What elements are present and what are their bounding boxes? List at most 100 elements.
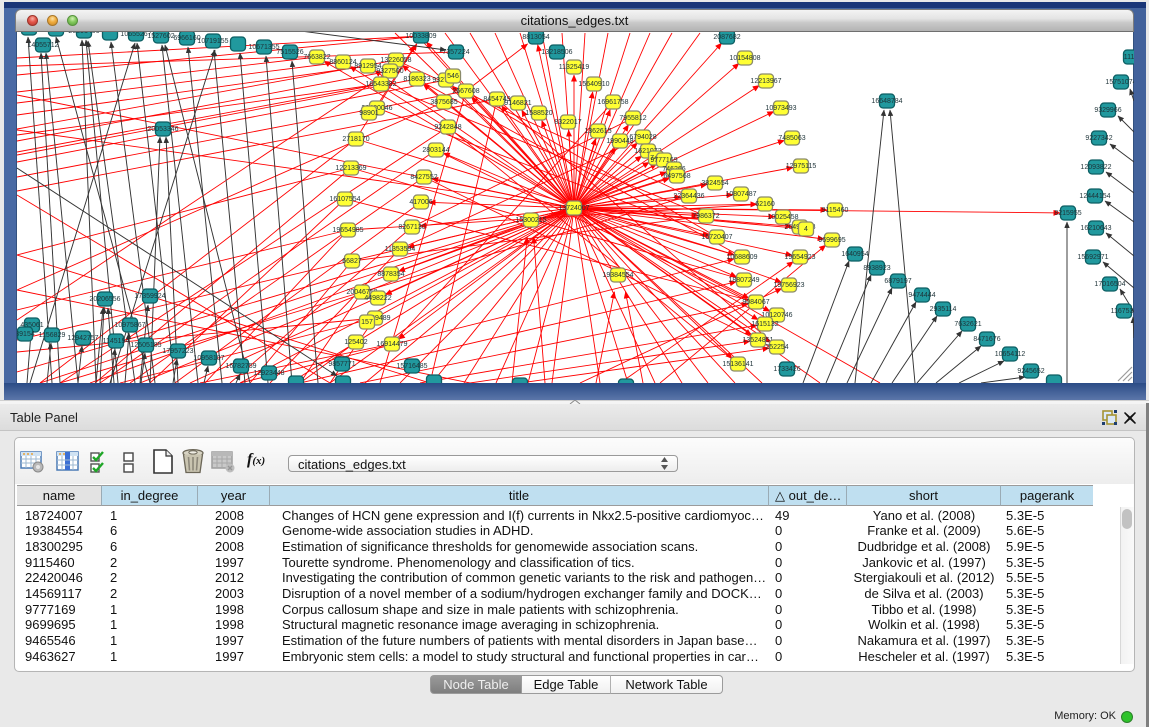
svg-text:9699695: 9699695 <box>818 237 845 244</box>
svg-text:9115460: 9115460 <box>822 207 849 214</box>
svg-text:1362615: 1362615 <box>584 128 611 135</box>
svg-text:10973493: 10973493 <box>765 105 796 112</box>
svg-text:16107554: 16107554 <box>329 196 360 203</box>
svg-text:12505185: 12505185 <box>130 342 161 349</box>
svg-text:17359924: 17359924 <box>134 293 165 300</box>
svg-text:15751074: 15751074 <box>1105 79 1134 86</box>
svg-text:19384554: 19384554 <box>602 272 633 279</box>
svg-text:8186323: 8186323 <box>403 76 430 83</box>
svg-text:8878354: 8878354 <box>377 271 404 278</box>
svg-text:9329966: 9329966 <box>1094 107 1121 114</box>
svg-text:2935114: 2935114 <box>930 306 957 313</box>
svg-text:9857771: 9857771 <box>328 361 355 368</box>
svg-text:1640954: 1640954 <box>841 251 868 258</box>
svg-text:8912954: 8912954 <box>354 63 381 70</box>
svg-text:10033809: 10033809 <box>405 33 436 40</box>
svg-text:13218506: 13218506 <box>541 49 572 56</box>
svg-text:20691406: 20691406 <box>68 32 99 35</box>
svg-text:8813054: 8813054 <box>522 34 549 41</box>
svg-text:13724007: 13724007 <box>558 205 589 212</box>
svg-text:8938923: 8938923 <box>863 265 890 272</box>
svg-text:9245652: 9245652 <box>1017 368 1044 375</box>
svg-text:9242848: 9242848 <box>434 124 461 131</box>
svg-text:16782759: 16782759 <box>225 363 256 370</box>
svg-text:8427552: 8427552 <box>410 174 437 181</box>
svg-text:16914479: 16914479 <box>376 341 407 348</box>
svg-text:12213967: 12213967 <box>750 78 781 85</box>
svg-text:1112: 1112 <box>1124 54 1134 61</box>
svg-text:16210643: 16210643 <box>1080 225 1111 232</box>
svg-text:7955812: 7955812 <box>619 115 646 122</box>
svg-text:14055712: 14055712 <box>27 42 58 49</box>
svg-text:8267130: 8267130 <box>398 224 425 231</box>
svg-text:1733426: 1733426 <box>773 366 800 373</box>
svg-text:9084067: 9084067 <box>742 299 769 306</box>
svg-text:19654985: 19654985 <box>332 227 363 234</box>
svg-text:2667608: 2667608 <box>452 88 479 95</box>
svg-text:10654112: 10654112 <box>995 351 1026 358</box>
svg-text:10671355: 10671355 <box>248 44 279 51</box>
svg-text:8860124: 8860124 <box>329 59 356 66</box>
svg-text:20053346: 20053346 <box>147 126 178 133</box>
svg-text:1588520: 1588520 <box>525 110 552 117</box>
svg-text:2718170: 2718170 <box>342 136 369 143</box>
svg-text:15136141: 15136141 <box>722 361 753 368</box>
svg-text:18807249: 18807249 <box>728 277 759 284</box>
svg-text:7986372: 7986372 <box>692 213 719 220</box>
svg-text:7663822: 7663822 <box>303 54 330 61</box>
svg-text:1527602: 1527602 <box>147 33 174 40</box>
svg-text:1145194: 1145194 <box>103 338 130 345</box>
svg-text:8471676: 8471676 <box>973 336 1000 343</box>
svg-text:6497568: 6497568 <box>663 173 690 180</box>
svg-text:10958107: 10958107 <box>193 355 224 362</box>
svg-text:17957223: 17957223 <box>162 348 193 355</box>
svg-text:7515526: 7515526 <box>276 49 303 56</box>
svg-text:1156829: 1156829 <box>39 332 66 339</box>
svg-text:15720407: 15720407 <box>701 234 732 241</box>
svg-text:1167533: 1167533 <box>1111 308 1134 315</box>
svg-text:19654923: 19654923 <box>784 254 815 261</box>
svg-text:15692971: 15692971 <box>1077 254 1108 261</box>
svg-text:19756923: 19756923 <box>773 282 804 289</box>
svg-text:6879197: 6879197 <box>884 278 911 285</box>
svg-text:12093822: 12093822 <box>1080 164 1111 171</box>
svg-text:15300215: 15300215 <box>515 217 546 224</box>
svg-text:9227342: 9227342 <box>1085 135 1112 142</box>
svg-text:1615132: 1615132 <box>751 321 778 328</box>
svg-text:546: 546 <box>447 73 459 80</box>
svg-text:66827: 66827 <box>342 258 362 265</box>
svg-text:8322017: 8322017 <box>554 119 581 126</box>
svg-text:8215955: 8215955 <box>1054 210 1081 217</box>
svg-text:10719155: 10719155 <box>197 38 228 45</box>
svg-text:13226058: 13226058 <box>380 57 411 64</box>
svg-text:10154808: 10154808 <box>729 55 760 62</box>
svg-text:9146821: 9146821 <box>504 100 531 107</box>
svg-text:16543382: 16543382 <box>365 81 396 88</box>
svg-text:125402: 125402 <box>344 339 367 346</box>
svg-text:3824554: 3824554 <box>701 180 728 187</box>
svg-text:4: 4 <box>804 226 808 233</box>
svg-text:16648784: 16648784 <box>871 98 902 105</box>
svg-text:12923448: 12923448 <box>253 370 284 377</box>
svg-text:17016504: 17016504 <box>1094 281 1125 288</box>
svg-text:12975115: 12975115 <box>786 163 817 170</box>
svg-text:252254: 252254 <box>765 344 788 351</box>
svg-text:11325419: 11325419 <box>559 64 590 71</box>
svg-text:157: 157 <box>361 319 373 326</box>
svg-text:15716485: 15716485 <box>396 363 427 370</box>
svg-text:12942757: 12942757 <box>67 335 98 342</box>
svg-text:2087682: 2087682 <box>713 34 740 41</box>
svg-text:7485063: 7485063 <box>778 135 805 142</box>
svg-text:3875685: 3875685 <box>430 99 457 106</box>
svg-text:10807487: 10807487 <box>725 191 756 198</box>
svg-text:2803144: 2803144 <box>422 147 449 154</box>
svg-text:7357224: 7357224 <box>442 49 469 56</box>
svg-text:15640910: 15640910 <box>578 81 609 88</box>
svg-text:10688609: 10688609 <box>726 254 757 261</box>
svg-text:20206556: 20206556 <box>89 296 120 303</box>
svg-text:12444154: 12444154 <box>1079 193 1110 200</box>
svg-text:12213369: 12213369 <box>335 165 366 172</box>
svg-text:7632621: 7632621 <box>954 321 981 328</box>
svg-text:417006: 417006 <box>409 199 432 206</box>
svg-text:10975867: 10975867 <box>114 322 145 329</box>
